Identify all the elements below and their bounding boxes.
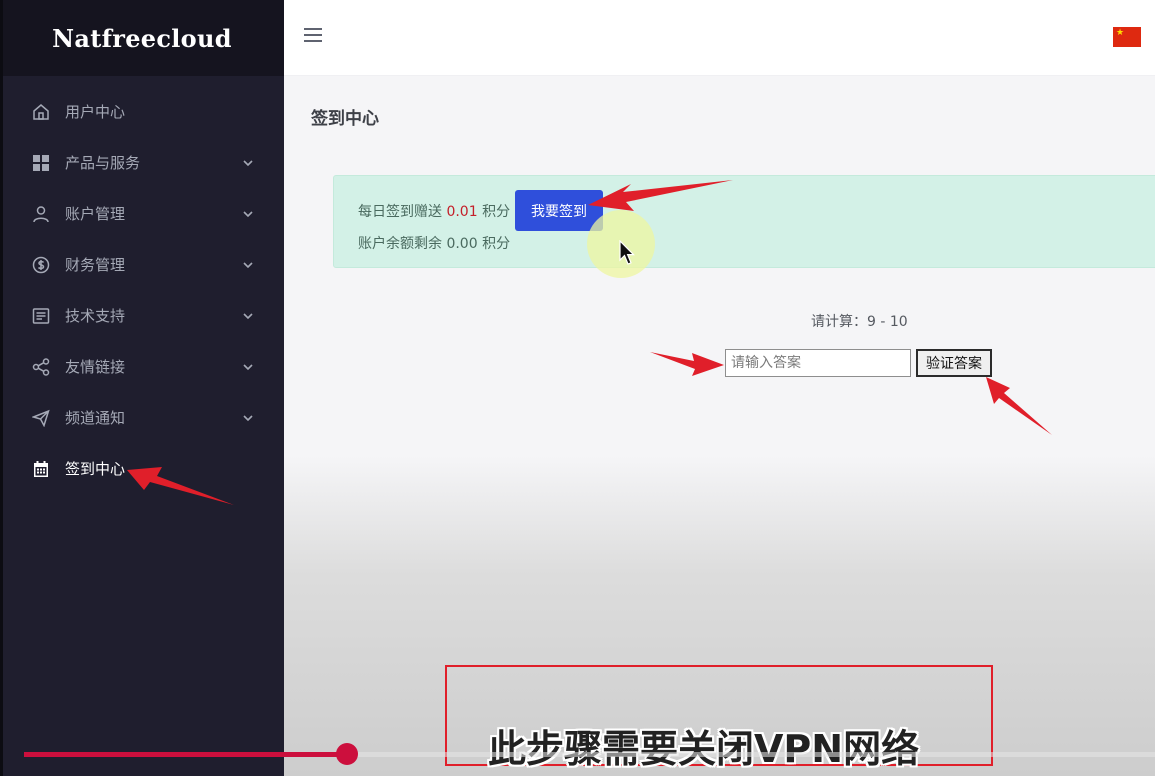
page-title: 签到中心 [311,109,379,129]
sidebar-item-label: 用户中心 [65,103,126,121]
china-flag-icon[interactable]: ★ [1113,27,1141,47]
sidebar-item-label: 频道通知 [65,409,126,427]
brand-logo-text[interactable]: Natfreecloud [52,24,232,53]
sidebar-item-checkin-center[interactable]: 签到中心 [0,443,284,494]
sidebar-item-label: 产品与服务 [65,154,141,172]
top-header: ★ [284,0,1155,76]
chevron-down-icon [243,261,253,268]
chevron-down-icon [243,312,253,319]
send-icon [32,409,50,427]
hamburger-icon[interactable] [304,28,322,44]
user-icon [32,205,50,223]
grid-icon [32,154,50,172]
mouse-cursor-icon [619,240,635,265]
sidebar-item-finance-management[interactable]: 财务管理 [0,239,284,290]
daily-reward-unit: 积分 [482,204,511,220]
sidebar-item-label: 技术支持 [65,307,126,325]
sidebar-item-user-center[interactable]: 用户中心 [0,86,284,137]
brand-header[interactable]: Natfreecloud [0,0,284,76]
video-subtitle: 此步骤需要关闭VPN网络 [488,727,920,771]
sidebar: Natfreecloud 用户中心 产品与服务 账户管理 财务管理 技术支持 友… [0,0,284,776]
video-progress-handle[interactable] [336,743,358,765]
chevron-down-icon [243,210,253,217]
sidebar-item-label: 签到中心 [65,460,126,478]
chevron-down-icon [243,159,253,166]
document-icon [32,307,50,325]
sidebar-item-friend-links[interactable]: 友情链接 [0,341,284,392]
balance-text: 账户余额剩余 0.00 积分 [358,236,511,252]
answer-input[interactable] [725,349,911,377]
checkin-button[interactable]: 我要签到 [515,190,603,231]
verify-answer-button[interactable]: 验证答案 [916,349,992,377]
sidebar-item-products-services[interactable]: 产品与服务 [0,137,284,188]
daily-reward-amount: 0.01 [446,204,478,220]
calendar-icon [32,460,50,478]
share-icon [32,357,50,376]
sidebar-nav: 用户中心 产品与服务 账户管理 财务管理 技术支持 友情链接 频道通知 签到中心 [0,76,284,494]
sidebar-item-tech-support[interactable]: 技术支持 [0,290,284,341]
checkin-panel: 每日签到赠送 0.01 积分 我要签到 账户余额剩余 0.00 积分 [333,175,1155,268]
captcha-question: 请计算：9 - 10 [811,314,908,330]
daily-reward-text: 每日签到赠送 0.01 积分 [358,201,510,221]
sidebar-item-account-management[interactable]: 账户管理 [0,188,284,239]
chevron-down-icon [243,414,253,421]
dollar-icon [32,256,50,274]
daily-reward-prefix: 每日签到赠送 [358,204,442,220]
sidebar-item-label: 账户管理 [65,205,126,223]
video-progress-fill [24,752,347,757]
home-icon [32,103,50,121]
sidebar-item-channel-notice[interactable]: 频道通知 [0,392,284,443]
sidebar-item-label: 友情链接 [65,358,126,376]
sidebar-item-label: 财务管理 [65,256,126,274]
chevron-down-icon [243,363,253,370]
